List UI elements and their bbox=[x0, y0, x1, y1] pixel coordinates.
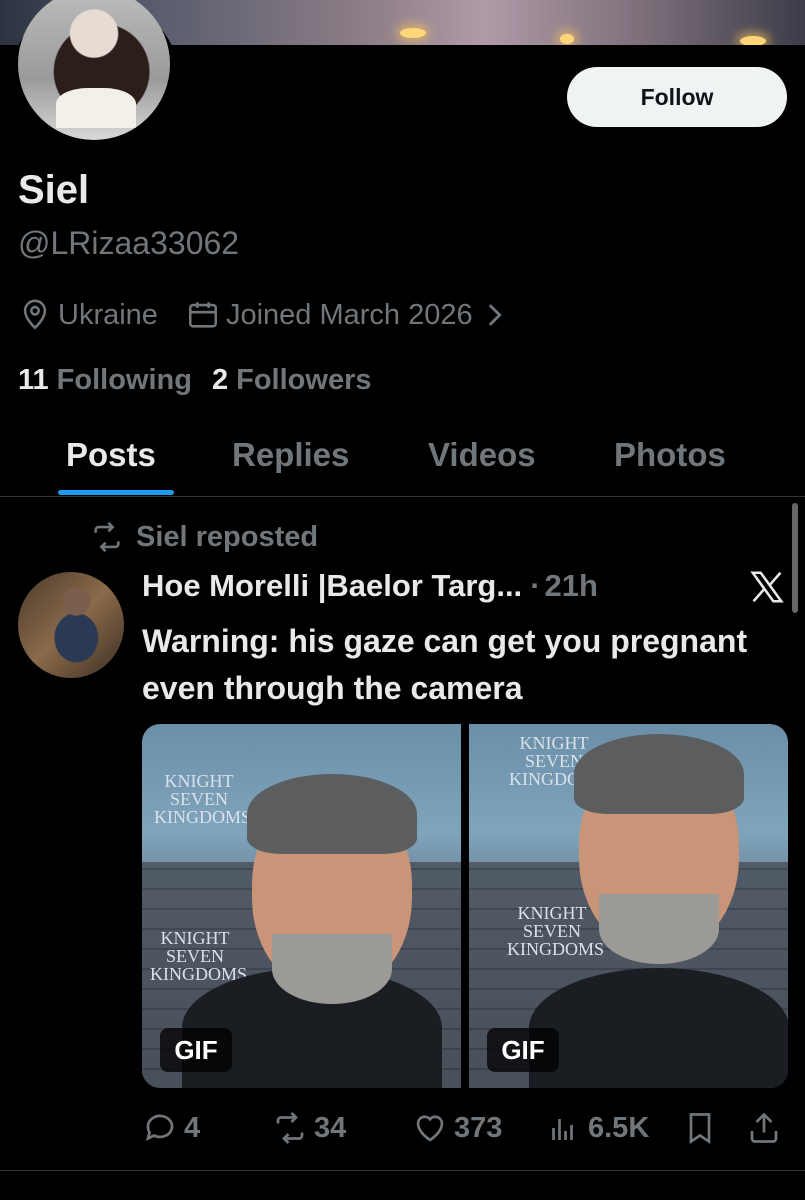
repost-icon bbox=[276, 1112, 304, 1144]
profile-handle: @LRizaa33062 bbox=[18, 225, 240, 261]
post-actions: 4 34 373 6.5K bbox=[142, 1105, 792, 1151]
profile-tabs: Posts Replies Videos Photos bbox=[0, 420, 805, 497]
gif-thumbnail[interactable]: KNIGHT SEVEN KINGDOMS KNIGHT SEVEN KINGDOMS … bbox=[469, 724, 788, 1088]
reply-button[interactable]: 4 bbox=[142, 1105, 200, 1151]
share-icon bbox=[750, 1112, 778, 1143]
tab-photos[interactable]: Photos bbox=[614, 436, 726, 474]
following-count[interactable]: 11 bbox=[18, 364, 49, 397]
repost-count: 34 bbox=[314, 1111, 347, 1144]
post-separator: · bbox=[530, 568, 541, 603]
repost-context: Siel reposted bbox=[90, 520, 318, 554]
post-time[interactable]: 21h bbox=[545, 568, 598, 604]
calendar-icon bbox=[188, 302, 217, 328]
follow-stats: 11 Following 2 Followers bbox=[18, 360, 391, 400]
followers-count[interactable]: 2 bbox=[212, 364, 228, 397]
profile-meta: Ukraine Joined March 2026 bbox=[18, 295, 517, 335]
author-name[interactable]: Hoe Morelli |Baelor Targ... bbox=[142, 568, 522, 604]
profile-joined: Joined March 2026 bbox=[225, 298, 473, 331]
post-header: Hoe Morelli |Baelor Targ... · 21h bbox=[142, 568, 598, 604]
like-count: 373 bbox=[454, 1111, 503, 1144]
bookmark-button[interactable] bbox=[682, 1105, 724, 1151]
repost-icon bbox=[94, 521, 120, 553]
following-label[interactable]: Following bbox=[57, 364, 192, 397]
bookmark-icon bbox=[689, 1113, 711, 1145]
author-avatar[interactable] bbox=[18, 572, 124, 678]
views-icon bbox=[552, 1119, 573, 1140]
tab-posts[interactable]: Posts bbox=[66, 436, 156, 474]
repost-button[interactable]: 34 bbox=[272, 1105, 346, 1151]
x-logo-icon[interactable] bbox=[748, 568, 786, 606]
location-icon bbox=[23, 299, 47, 330]
post-text: Warning: his gaze can get you pregnant e… bbox=[142, 623, 748, 706]
tab-videos[interactable]: Videos bbox=[428, 436, 536, 474]
post-divider bbox=[0, 1170, 805, 1171]
views-button[interactable]: 6.5K bbox=[546, 1105, 649, 1151]
profile-location: Ukraine bbox=[58, 298, 158, 331]
share-button[interactable] bbox=[746, 1105, 788, 1151]
followers-label[interactable]: Followers bbox=[236, 364, 371, 397]
like-icon bbox=[416, 1115, 444, 1142]
scrollbar[interactable] bbox=[792, 503, 798, 613]
follow-button[interactable]: Follow bbox=[567, 67, 787, 127]
post-media[interactable]: KNIGHT SEVEN KINGDOMS KNIGHT SEVEN KINGDOMS … bbox=[142, 724, 788, 1088]
repost-label[interactable]: Siel reposted bbox=[136, 521, 318, 554]
like-button[interactable]: 373 bbox=[412, 1105, 502, 1151]
gif-badge: GIF bbox=[487, 1028, 559, 1072]
active-tab-indicator bbox=[58, 490, 174, 495]
gif-badge: GIF bbox=[160, 1028, 232, 1072]
chevron-right-icon[interactable] bbox=[477, 298, 511, 332]
reply-count: 4 bbox=[184, 1111, 201, 1144]
gif-thumbnail[interactable]: KNIGHT SEVEN KINGDOMS KNIGHT SEVEN KINGDOMS … bbox=[142, 724, 461, 1088]
tab-replies[interactable]: Replies bbox=[232, 436, 349, 474]
reply-icon bbox=[145, 1114, 174, 1142]
views-count: 6.5K bbox=[588, 1111, 650, 1144]
profile-name: Siel bbox=[18, 168, 90, 212]
